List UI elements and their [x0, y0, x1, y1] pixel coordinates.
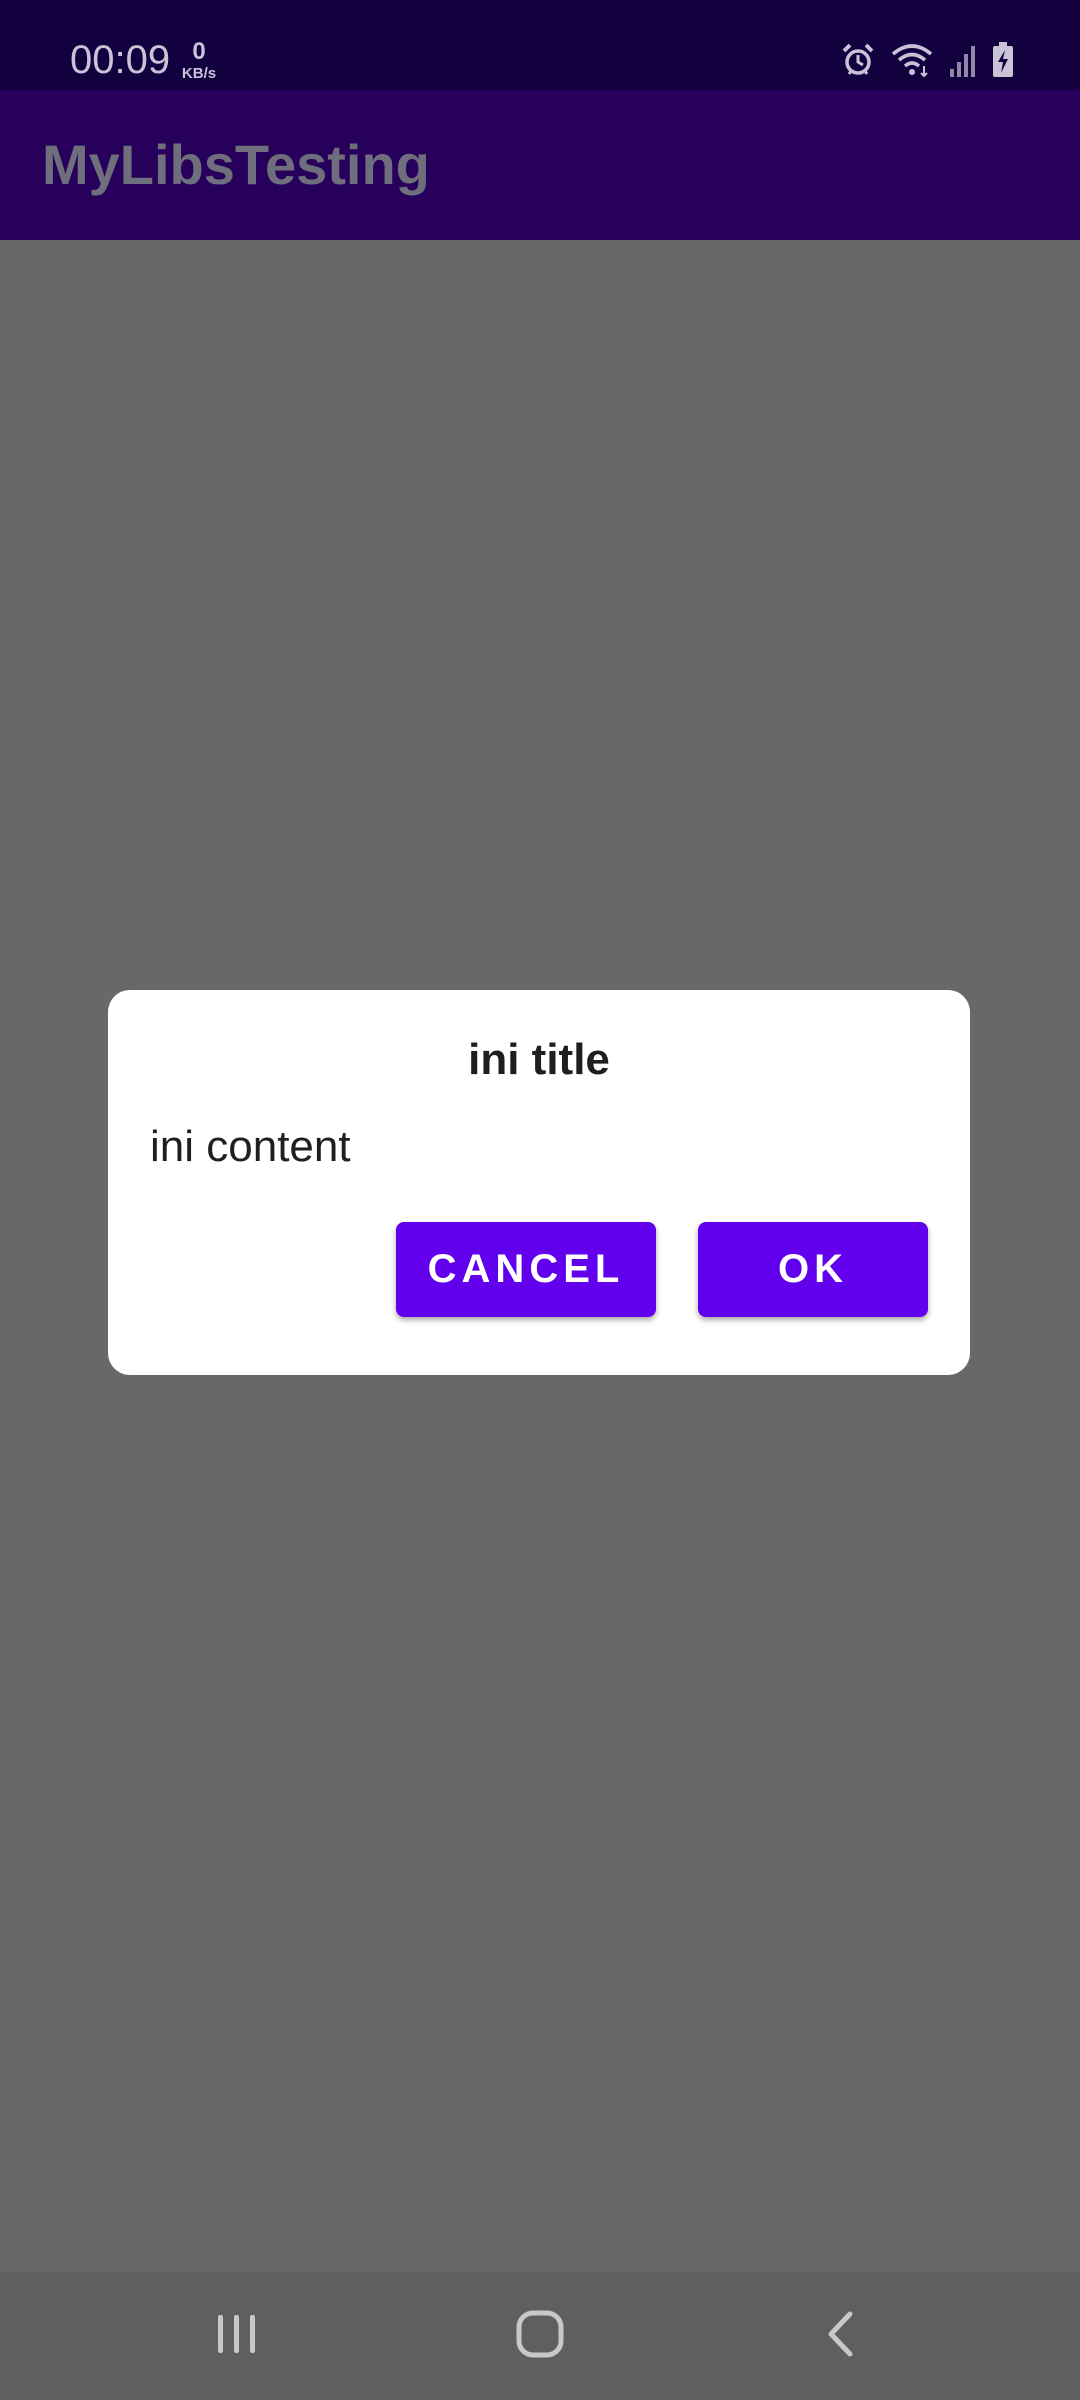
ok-button[interactable]: OK — [698, 1222, 928, 1317]
wifi-icon — [890, 42, 934, 78]
battery-charging-icon — [992, 42, 1014, 78]
status-time: 00:09 — [70, 38, 171, 82]
app-title: MyLibsTesting — [42, 133, 430, 196]
network-speed-indicator: 0 KB/s — [176, 38, 222, 82]
status-icons — [840, 40, 1014, 80]
alert-dialog: ini title ini content CANCEL OK — [108, 990, 970, 1375]
status-bar: 00:09 0 KB/s — [0, 0, 1080, 90]
cancel-button[interactable]: CANCEL — [396, 1222, 656, 1317]
network-speed-value: 0 — [192, 38, 206, 65]
app-bar: MyLibsTesting — [0, 90, 1080, 240]
network-speed-unit: KB/s — [181, 65, 217, 82]
alarm-icon — [840, 42, 876, 78]
signal-icon — [948, 43, 978, 77]
navigation-bar — [0, 2272, 1080, 2400]
back-icon — [817, 2309, 867, 2364]
back-button[interactable] — [782, 2296, 902, 2376]
dialog-title: ini title — [468, 1035, 610, 1084]
home-button[interactable] — [480, 2296, 600, 2376]
recent-apps-icon — [212, 2309, 262, 2364]
dialog-message: ini content — [150, 1122, 351, 1171]
recent-apps-button[interactable] — [177, 2296, 297, 2376]
home-icon — [514, 2308, 566, 2365]
